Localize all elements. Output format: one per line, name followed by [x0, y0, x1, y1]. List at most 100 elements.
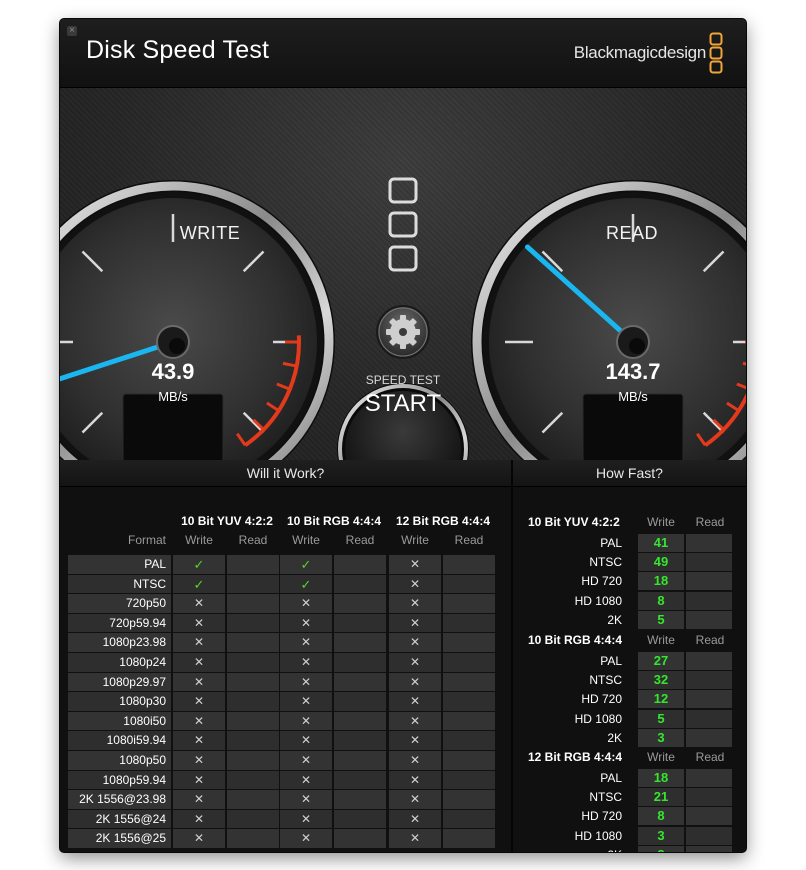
read-cell	[227, 829, 279, 848]
write-speed-value: 49	[653, 554, 669, 570]
format-label: 1080p30	[119, 694, 166, 709]
write-speed-value: 18	[653, 573, 669, 589]
cross-icon: ✕	[300, 733, 312, 748]
read-value-cell	[686, 671, 732, 690]
write-col-header: Write	[647, 750, 675, 764]
read-cell	[334, 731, 386, 750]
speed-test-start-button[interactable]: SPEED TEST START	[338, 333, 468, 463]
read-cell	[443, 809, 495, 829]
read-cell	[443, 829, 495, 848]
cross-icon: ✕	[193, 831, 205, 846]
read-readout-box	[582, 393, 684, 469]
read-cell	[443, 790, 495, 809]
read-cell	[227, 653, 279, 672]
format-label: 720p50	[125, 596, 166, 611]
write-col-header: Write	[647, 515, 675, 529]
checkmark-icon: ✓	[300, 557, 312, 572]
read-value-cell	[686, 826, 732, 845]
cross-icon: ✕	[193, 713, 205, 728]
cross-icon: ✕	[409, 557, 421, 571]
cross-icon: ✕	[300, 694, 312, 709]
cross-icon: ✕	[409, 694, 421, 709]
read-cell	[227, 790, 279, 809]
speed-format-label: HD 720	[581, 809, 622, 824]
format-label: PAL	[144, 557, 166, 571]
cross-icon: ✕	[409, 811, 421, 826]
cross-icon: ✕	[409, 576, 421, 591]
speed-format-label: HD 1080	[574, 711, 622, 726]
read-cell	[334, 613, 386, 633]
section-divider	[511, 460, 513, 852]
read-value-cell	[686, 788, 732, 807]
cross-icon: ✕	[409, 831, 421, 846]
read-col-header: Read	[695, 515, 725, 529]
cross-icon: ✕	[193, 792, 205, 807]
read-col-header: Read	[345, 533, 375, 547]
cross-icon: ✕	[409, 713, 421, 728]
read-cell	[227, 574, 279, 594]
format-label: 720p59.94	[109, 615, 166, 630]
read-cell	[443, 653, 495, 672]
cross-icon: ✕	[409, 635, 421, 650]
speed-format-label: 2K	[607, 730, 622, 745]
format-label: 1080p50	[119, 753, 166, 767]
read-cell	[227, 633, 279, 652]
format-label: 2K 1556@24	[95, 811, 166, 826]
rack-logo-icon	[388, 177, 418, 272]
cross-icon: ✕	[193, 772, 205, 787]
cross-icon: ✕	[193, 753, 205, 767]
read-value-cell	[686, 652, 732, 670]
read-value-cell	[686, 591, 732, 610]
format-label: 1080p24	[119, 655, 166, 669]
speed-group-header: 12 Bit RGB 4:4:4	[528, 750, 623, 764]
read-cell	[443, 555, 495, 574]
write-col-header: Write	[292, 533, 320, 547]
read-value-cell	[686, 553, 732, 572]
read-cell	[334, 672, 386, 692]
cross-icon: ✕	[300, 792, 312, 807]
write-col-header: Write	[401, 533, 429, 547]
read-col-header: Read	[454, 533, 484, 547]
cross-icon: ✕	[300, 615, 312, 630]
read-cell	[227, 731, 279, 750]
speed-format-label: HD 720	[581, 692, 622, 707]
cross-icon: ✕	[193, 733, 205, 748]
close-icon[interactable]: ×	[67, 26, 77, 36]
read-label: READ	[605, 223, 658, 243]
start-label: START	[364, 390, 442, 417]
app-title: Disk Speed Test	[86, 36, 270, 64]
read-cell	[227, 672, 279, 692]
cross-icon: ✕	[193, 635, 205, 650]
cross-icon: ✕	[300, 831, 312, 846]
read-hub-center	[629, 338, 645, 354]
how-fast-header: How Fast?	[513, 460, 746, 487]
cross-icon: ✕	[409, 753, 421, 767]
read-value-cell	[686, 728, 732, 747]
format-label: 2K 1556@25	[95, 831, 166, 846]
speed-format-label: NTSC	[589, 673, 622, 688]
read-cell	[443, 633, 495, 652]
read-unit: MB/s	[618, 389, 648, 404]
brand-name: Blackmagicdesign	[573, 43, 707, 62]
read-cell	[334, 809, 386, 829]
read-value-cell	[686, 690, 732, 709]
cross-icon: ✕	[193, 694, 205, 709]
read-cell	[334, 594, 386, 613]
format-label: 1080i50	[123, 713, 166, 728]
write-speed-value: 8	[657, 592, 665, 608]
group-header: 10 Bit RGB 4:4:4	[286, 514, 382, 528]
read-cell	[443, 731, 495, 750]
read-cell	[334, 751, 386, 770]
speed-format-label: HD 720	[581, 574, 622, 589]
format-label: 1080p23.98	[102, 635, 166, 650]
read-cell	[443, 711, 495, 731]
write-readout-box	[122, 393, 224, 469]
read-cell	[443, 672, 495, 692]
read-col-header: Read	[238, 533, 268, 547]
format-label: 2K 1556@23.98	[79, 792, 166, 807]
write-speed-value: 5	[657, 611, 665, 627]
speed-format-label: NTSC	[589, 555, 622, 570]
read-value-cell	[686, 572, 732, 591]
gauge-panel: WRITE READ 43.9 MB/s 143.7 MB/s SPEED TE…	[60, 88, 746, 515]
write-speed-value: 21	[653, 789, 669, 805]
